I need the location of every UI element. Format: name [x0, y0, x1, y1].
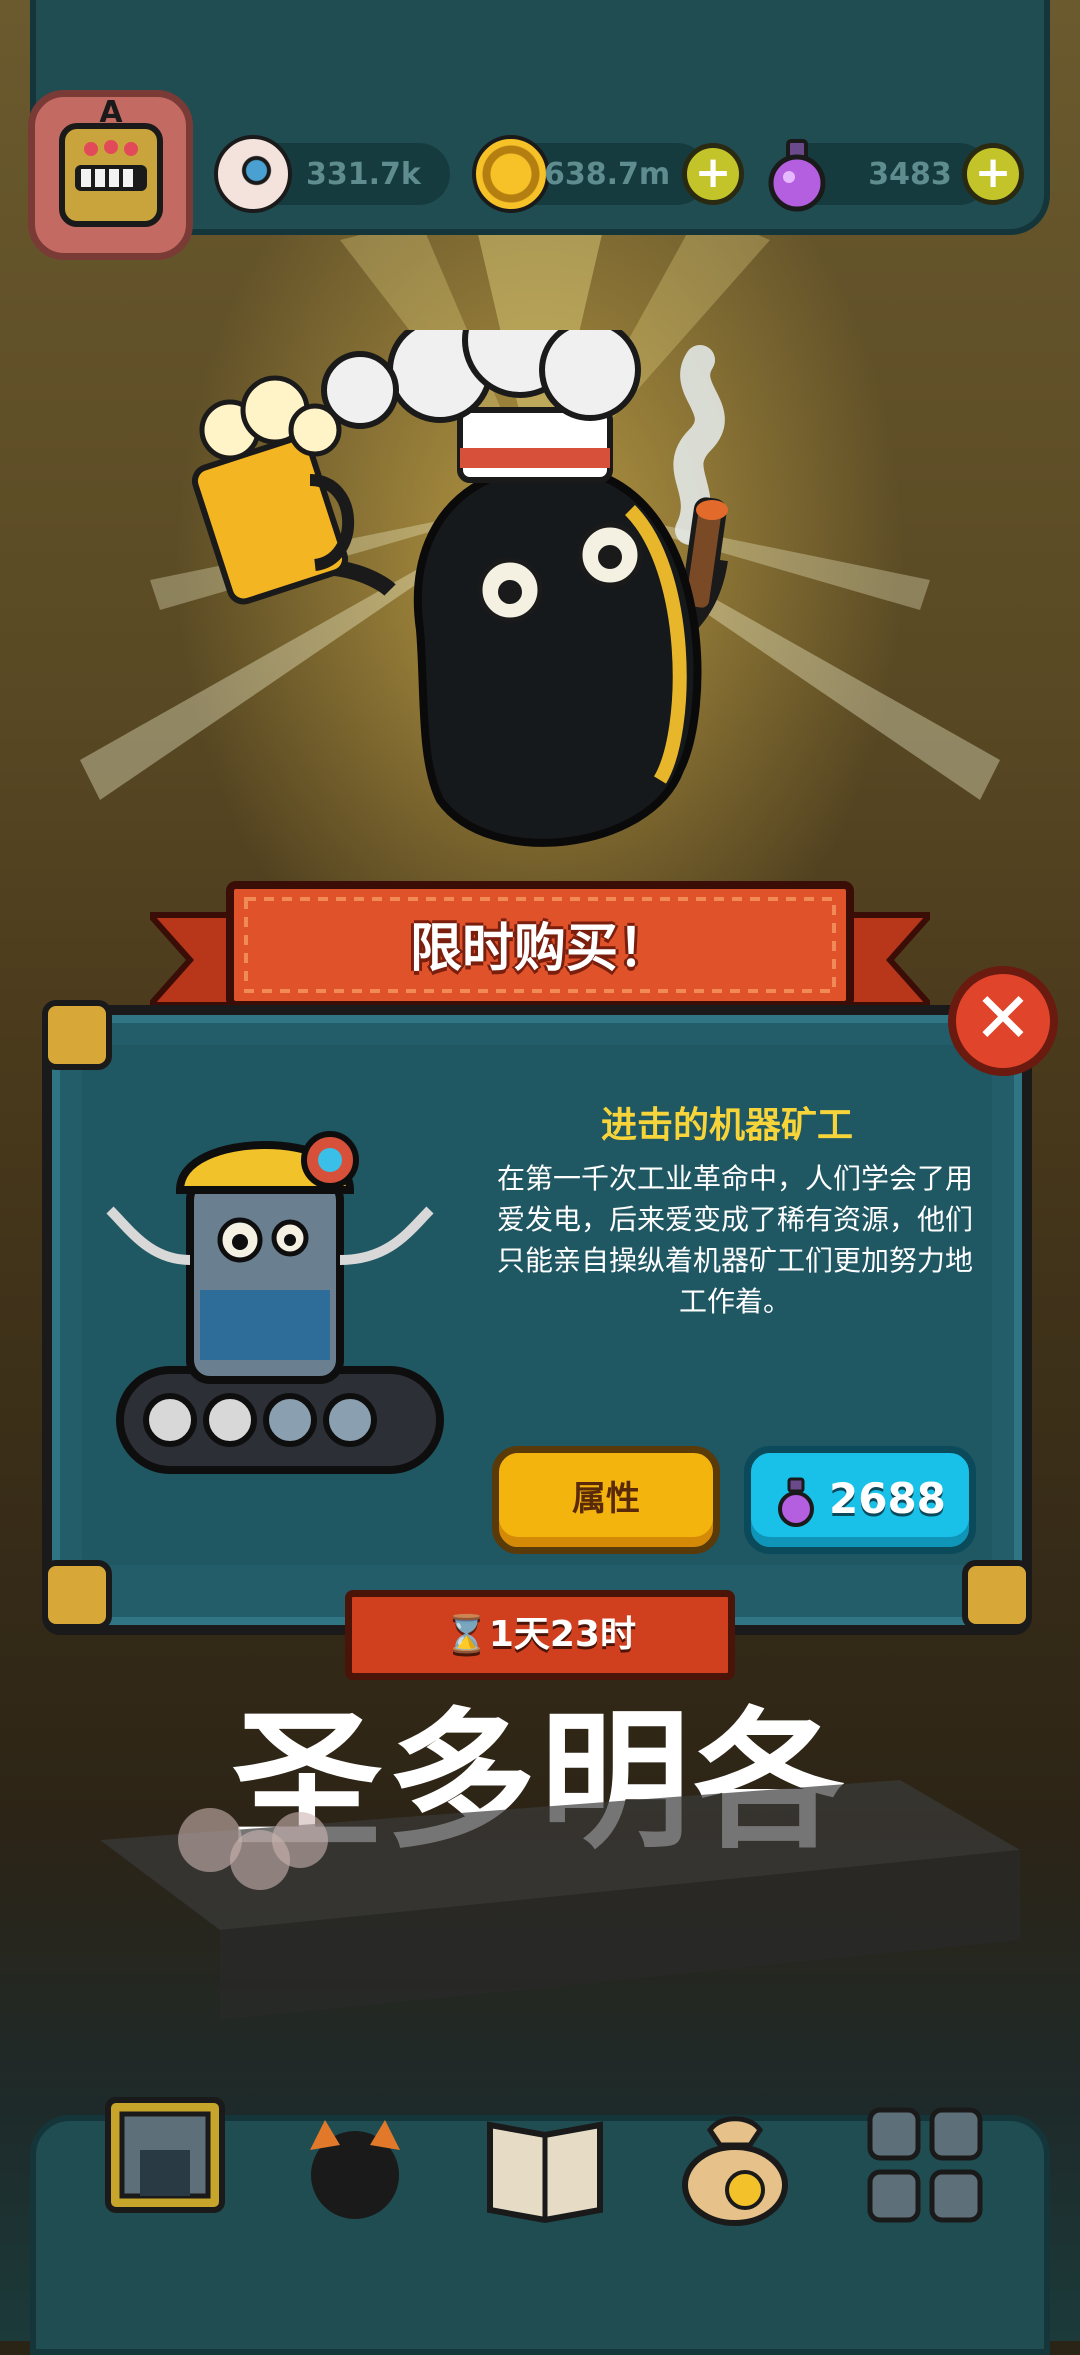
avatar-monster-icon: [75, 140, 147, 191]
chef-blob-character: [191, 330, 728, 847]
panel-corner-ornament: [962, 1560, 1032, 1630]
buy-button[interactable]: 2688: [744, 1446, 976, 1554]
avatar-rank-letter: A: [99, 95, 123, 130]
add-potion-button[interactable]: +: [962, 143, 1024, 205]
avatar-face: A: [59, 95, 163, 227]
potion-icon: [778, 1477, 814, 1527]
mine-building-icon[interactable]: [100, 2090, 230, 2220]
buy-price: 2688: [829, 1474, 946, 1523]
monster-icon[interactable]: [290, 2100, 420, 2230]
eyeball-value: 331.7k: [306, 156, 421, 192]
book-icon[interactable]: [480, 2100, 610, 2230]
banner-title: 限时购买！: [409, 919, 670, 979]
factory-scene: [100, 1780, 1020, 2020]
potion-value: 3483: [868, 156, 952, 192]
offer-item-name: 进击的机器矿工: [600, 1105, 853, 1146]
eyeball-icon: [214, 135, 292, 213]
add-coin-button[interactable]: +: [682, 143, 744, 205]
money-bag-icon[interactable]: [670, 2100, 800, 2230]
eyeball-counter: 331.7k: [214, 135, 450, 213]
close-button[interactable]: ✕: [948, 966, 1058, 1076]
grid-menu-icon[interactable]: [860, 2100, 990, 2230]
panel-corner-ornament: [42, 1000, 112, 1070]
offer-item-description: 在第一千次工业革命中，人们学会了用爱发电，后来爱变成了稀有资源，他们只能亲自操纵…: [496, 1162, 973, 1318]
potion-counter: 3483: [768, 139, 990, 212]
panel-corner-ornament: [42, 1560, 112, 1630]
coin-counter: 638.7m: [472, 135, 708, 213]
player-avatar[interactable]: A: [28, 90, 193, 260]
attributes-button[interactable]: 属性: [492, 1446, 720, 1554]
gold-coin-icon: [472, 135, 550, 213]
robot-miner-image: [106, 1131, 444, 1474]
potion-icon: [762, 135, 840, 213]
